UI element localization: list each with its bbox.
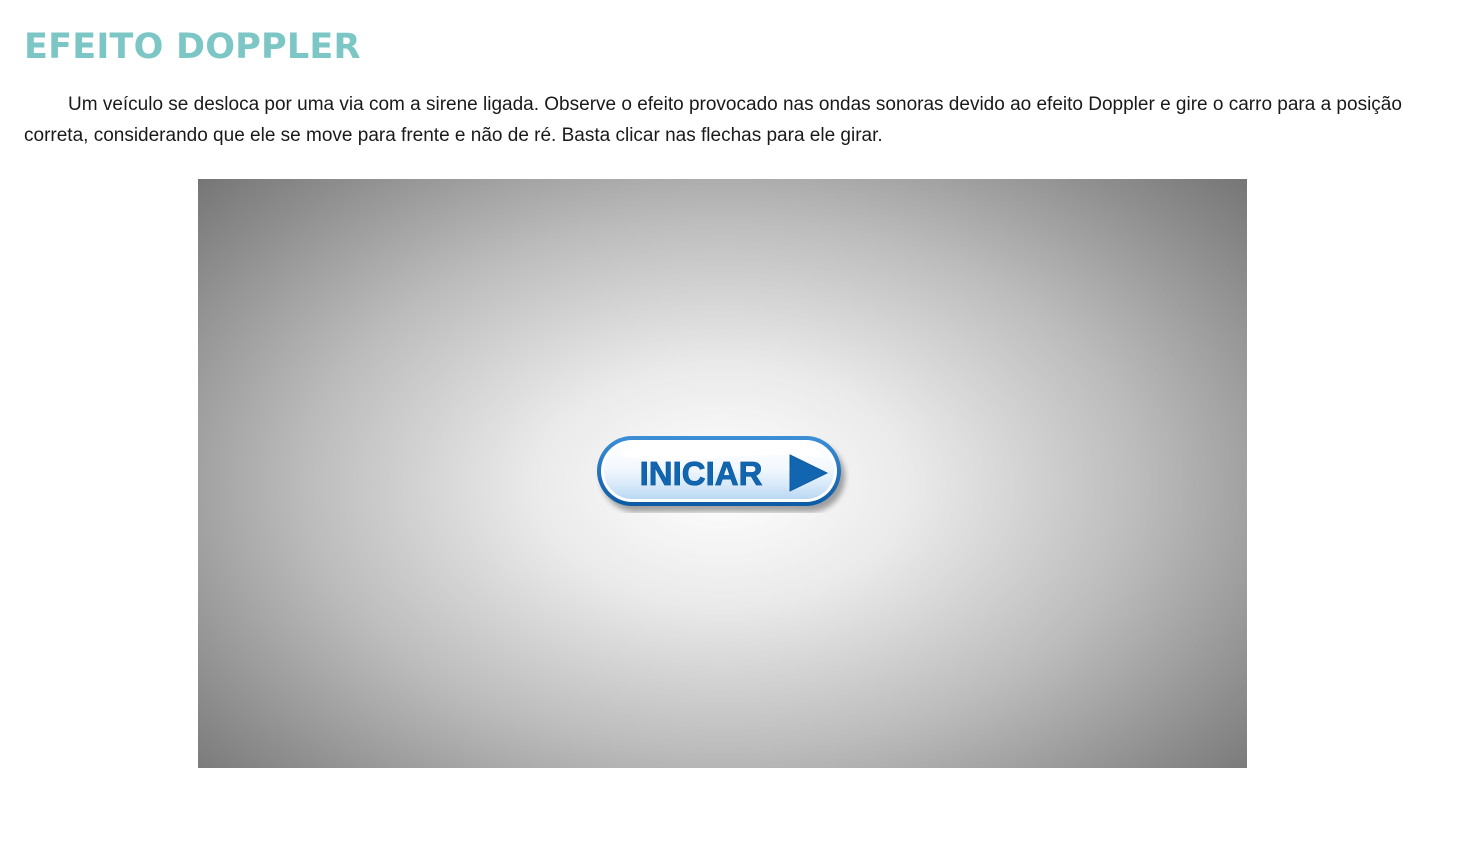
simulation-stage[interactable]: INICIAR bbox=[198, 179, 1247, 768]
intro-paragraph: Um veículo se desloca por uma via com a … bbox=[24, 94, 1402, 146]
start-button[interactable]: INICIAR bbox=[595, 434, 849, 513]
start-button-graphic[interactable]: INICIAR bbox=[595, 434, 849, 513]
start-button-label: INICIAR bbox=[640, 455, 763, 492]
page: EFEITO DOPPLER Um veículo se desloca por… bbox=[0, 0, 1460, 850]
page-title: EFEITO DOPPLER bbox=[24, 27, 361, 67]
